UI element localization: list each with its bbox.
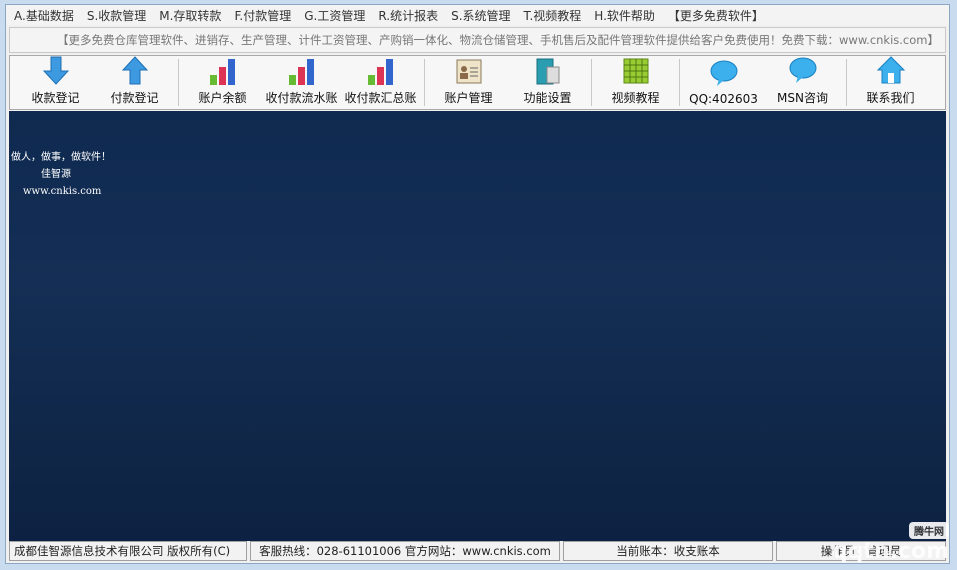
menu-bar: A.基础数据 S.收款管理 M.存取转款 F.付款管理 G.工资管理 R.统计报… xyxy=(6,5,949,25)
summary-button[interactable]: 收付款汇总账 xyxy=(341,56,420,109)
qq-button[interactable]: QQ:402603 xyxy=(684,56,763,109)
label: 账户管理 xyxy=(444,91,493,105)
arrow-up-icon xyxy=(119,55,151,85)
settings-button[interactable]: 功能设置 xyxy=(508,56,587,109)
speech-bubble-icon xyxy=(708,58,740,88)
payment-register-button[interactable]: 付款登记 xyxy=(95,56,174,109)
bar-chart-icon xyxy=(365,56,397,85)
slogan-url: www.cnkis.com xyxy=(23,186,102,197)
divider xyxy=(591,59,592,106)
contact-card-icon xyxy=(453,56,485,85)
label: 联系我们 xyxy=(866,91,915,105)
divider xyxy=(846,59,847,106)
label: 功能设置 xyxy=(523,91,572,105)
video-tutorial-button[interactable]: 视频教程 xyxy=(596,56,675,109)
bar-chart-icon xyxy=(207,56,239,85)
status-bar: 成都佳智源信息技术有限公司 版权所有(C) 客服热线：028-61101006 … xyxy=(9,541,946,561)
watermark-logo: 腾牛网 qqtn.com xyxy=(832,522,949,564)
msn-button[interactable]: MSN咨询 xyxy=(763,56,842,109)
divider xyxy=(679,59,680,106)
watermark-brand: 腾牛网 xyxy=(909,522,949,539)
account-management-button[interactable]: 账户管理 xyxy=(429,56,508,109)
menu-salary[interactable]: G.工资管理 xyxy=(304,7,365,24)
menu-help[interactable]: H.软件帮助 xyxy=(594,7,655,24)
menu-transfer[interactable]: M.存取转款 xyxy=(159,7,221,24)
contact-us-button[interactable]: 联系我们 xyxy=(851,56,930,109)
label: 付款登记 xyxy=(110,91,159,105)
slogan-line: 做人，做事，做软件！ xyxy=(11,152,111,163)
label: 收付款流水账 xyxy=(265,91,338,105)
menu-payments[interactable]: F.付款管理 xyxy=(234,7,291,24)
account-balance-button[interactable]: 账户余额 xyxy=(183,56,262,109)
slogan-company: 佳智源 xyxy=(41,169,71,180)
menu-video[interactable]: T.视频教程 xyxy=(524,7,582,24)
menu-free-software[interactable]: 【更多免费软件】 xyxy=(668,7,764,24)
receipt-register-button[interactable]: 收款登记 xyxy=(16,56,95,109)
grid-icon xyxy=(620,56,652,85)
divider xyxy=(178,59,179,106)
divider xyxy=(424,59,425,106)
bar-chart-icon xyxy=(286,56,318,85)
home-icon xyxy=(875,55,907,85)
status-account: 当前账本：收支账本 xyxy=(563,541,773,561)
ad-banner[interactable]: 【更多免费仓库管理软件、进销存、生产管理、计件工资管理、产购销一体化、物流仓储管… xyxy=(9,27,946,53)
book-icon xyxy=(532,56,564,85)
watermark-text: qqtn.com xyxy=(831,539,949,564)
label: 账户余额 xyxy=(198,91,247,105)
toolbar: 收款登记 付款登记 账户余额 收付款流水账 收付款汇总账 账户管理 功能设置 视… xyxy=(9,55,946,110)
status-contact: 客服热线：028-61101006 官方网站：www.cnkis.com xyxy=(250,541,560,561)
label: MSN咨询 xyxy=(777,91,828,105)
slogan: 做人，做事，做软件！ 佳智源 www.cnkis.com xyxy=(11,149,111,200)
label: QQ:402603 xyxy=(689,92,758,106)
menu-receipts[interactable]: S.收款管理 xyxy=(87,7,146,24)
label: 收付款汇总账 xyxy=(344,91,417,105)
menu-basic-data[interactable]: A.基础数据 xyxy=(14,7,74,24)
app-window: A.基础数据 S.收款管理 M.存取转款 F.付款管理 G.工资管理 R.统计报… xyxy=(5,4,950,564)
journal-button[interactable]: 收付款流水账 xyxy=(262,56,341,109)
label: 视频教程 xyxy=(611,91,660,105)
menu-system[interactable]: S.系统管理 xyxy=(451,7,510,24)
label: 收款登记 xyxy=(31,91,80,105)
status-company: 成都佳智源信息技术有限公司 版权所有(C) xyxy=(9,541,247,561)
main-area: 做人，做事，做软件！ 佳智源 www.cnkis.com xyxy=(9,111,946,541)
menu-reports[interactable]: R.统计报表 xyxy=(378,7,438,24)
arrow-down-icon xyxy=(40,55,72,85)
speech-bubble-icon xyxy=(787,55,819,85)
